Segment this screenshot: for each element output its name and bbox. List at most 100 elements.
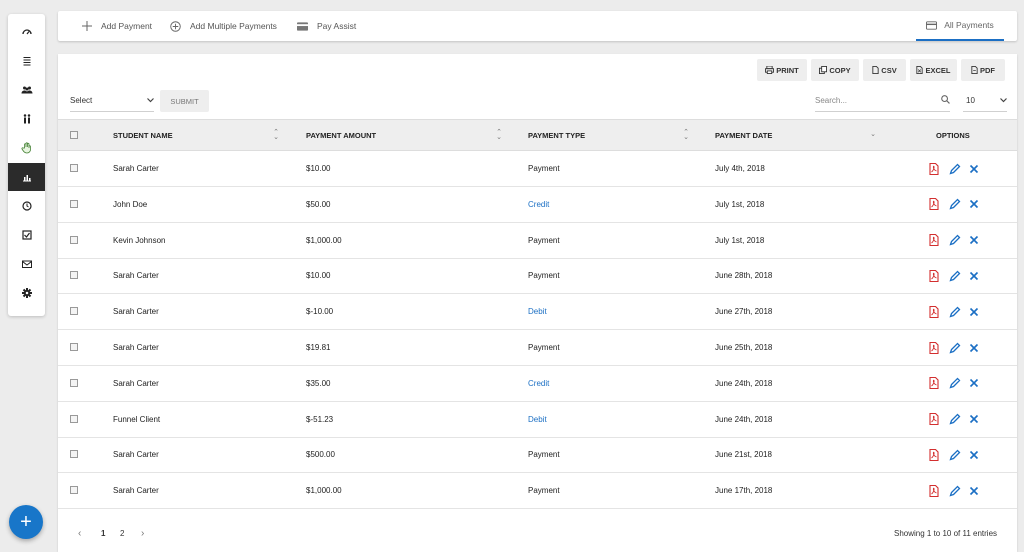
edit-pencil-icon[interactable] (949, 366, 961, 401)
print-button[interactable]: PRINT (757, 59, 807, 81)
pdf-icon[interactable] (928, 187, 940, 222)
row-checkbox[interactable] (70, 450, 78, 459)
sidebar-item-dashboard[interactable] (8, 18, 45, 46)
pdf-icon[interactable] (928, 258, 940, 293)
add-fab-button[interactable]: + (9, 505, 43, 539)
student-name-cell[interactable]: Kevin Johnson (113, 223, 165, 258)
plus-icon: + (20, 511, 32, 533)
edit-pencil-icon[interactable] (949, 294, 961, 329)
next-page-button[interactable]: › (141, 524, 144, 542)
file-icon (872, 66, 879, 74)
row-checkbox[interactable] (70, 343, 78, 351)
delete-x-icon[interactable] (968, 187, 980, 222)
sidebar-item-list[interactable] (8, 47, 45, 75)
sort-desc-icon[interactable]: ⌄ (869, 131, 877, 138)
row-checkbox[interactable] (70, 164, 78, 172)
edit-pencil-icon[interactable] (949, 151, 961, 186)
payment-type-cell[interactable]: Credit (528, 187, 549, 222)
page-2-button[interactable]: 2 (120, 524, 124, 542)
sidebar-item-tasks[interactable] (8, 221, 45, 249)
mail-icon (21, 260, 32, 268)
prev-page-button[interactable]: ‹ (78, 524, 81, 542)
page-1-button[interactable]: 1 (101, 524, 105, 542)
student-name-cell[interactable]: Sarah Carter (113, 437, 159, 472)
entries-per-page-select[interactable]: 10 (963, 90, 1007, 112)
select-all-checkbox[interactable] (70, 131, 78, 139)
row-checkbox[interactable] (70, 235, 78, 244)
column-payment-date[interactable]: PAYMENT DATE (715, 120, 772, 150)
edit-pencil-icon[interactable] (949, 223, 961, 258)
delete-x-icon[interactable] (968, 366, 980, 401)
row-checkbox[interactable] (70, 199, 78, 208)
sidebar-item-reports[interactable] (8, 163, 45, 191)
column-payment-type[interactable]: PAYMENT TYPE (528, 120, 585, 150)
edit-pencil-icon[interactable] (949, 330, 961, 365)
sidebar-item-messages[interactable] (8, 250, 45, 278)
column-student-name[interactable]: STUDENT NAME (113, 120, 173, 150)
print-label: PRINT (776, 65, 799, 75)
delete-x-icon[interactable] (968, 402, 980, 437)
delete-x-icon[interactable] (968, 437, 980, 472)
student-name-cell[interactable]: Sarah Carter (113, 294, 159, 329)
sidebar-item-hand[interactable] (8, 134, 45, 162)
sort-icon[interactable]: ⌃ ⌄ (682, 129, 690, 141)
chevron-down-icon (1000, 96, 1007, 105)
pdf-icon[interactable] (928, 473, 940, 508)
student-name-cell[interactable]: Funnel Client (113, 402, 160, 437)
pdf-button[interactable]: PDF (961, 59, 1005, 81)
student-name-cell[interactable]: Sarah Carter (113, 258, 159, 293)
payment-type-cell[interactable]: Debit (528, 294, 547, 329)
student-name-cell[interactable]: Sarah Carter (113, 151, 159, 186)
pdf-icon[interactable] (928, 402, 940, 437)
delete-x-icon[interactable] (968, 330, 980, 365)
sidebar-item-history[interactable] (8, 192, 45, 220)
student-name-cell[interactable]: Sarah Carter (113, 473, 159, 508)
payment-type-cell[interactable]: Debit (528, 402, 547, 437)
edit-pencil-icon[interactable] (949, 437, 961, 472)
pdf-icon[interactable] (928, 151, 940, 186)
edit-pencil-icon[interactable] (949, 187, 961, 222)
add-payment-button[interactable]: Add Payment (82, 11, 152, 41)
edit-pencil-icon[interactable] (949, 402, 961, 437)
pdf-icon[interactable] (928, 223, 940, 258)
add-multiple-payments-button[interactable]: Add Multiple Payments (170, 11, 277, 41)
delete-x-icon[interactable] (968, 151, 980, 186)
sidebar-item-groups[interactable] (8, 76, 45, 104)
excel-button[interactable]: EXCEL (910, 59, 957, 81)
pay-assist-button[interactable]: Pay Assist (297, 11, 356, 41)
sidebar-item-people[interactable] (8, 105, 45, 133)
csv-button[interactable]: CSV (863, 59, 906, 81)
pdf-icon[interactable] (928, 330, 940, 365)
row-checkbox[interactable] (70, 271, 78, 280)
search-input[interactable] (815, 96, 925, 105)
row-checkbox[interactable] (70, 486, 78, 495)
delete-x-icon[interactable] (968, 473, 980, 508)
copy-button[interactable]: COPY (811, 59, 859, 81)
excel-file-icon (916, 66, 924, 74)
submit-button[interactable]: SUBMIT (160, 90, 209, 112)
payment-amount-cell: $-10.00 (306, 307, 334, 317)
student-name-cell[interactable]: Sarah Carter (113, 330, 159, 365)
edit-pencil-icon[interactable] (949, 258, 961, 293)
column-payment-amount[interactable]: PAYMENT AMOUNT (306, 120, 376, 150)
tab-all-payments[interactable]: All Payments (916, 11, 1004, 41)
credit-card-icon (297, 21, 308, 31)
payment-type-cell[interactable]: Credit (528, 366, 549, 401)
student-name-cell[interactable]: John Doe (113, 187, 147, 222)
row-checkbox[interactable] (70, 307, 78, 316)
search-icon[interactable] (941, 95, 950, 106)
pdf-icon[interactable] (928, 366, 940, 401)
row-checkbox[interactable] (70, 378, 78, 387)
sidebar-item-settings[interactable] (8, 279, 45, 307)
edit-pencil-icon[interactable] (949, 473, 961, 508)
pdf-icon[interactable] (928, 294, 940, 329)
row-checkbox[interactable] (70, 414, 78, 423)
bulk-action-select[interactable]: Select (70, 90, 154, 112)
delete-x-icon[interactable] (968, 294, 980, 329)
sort-icon[interactable]: ⌃ ⌄ (495, 129, 503, 141)
student-name-cell[interactable]: Sarah Carter (113, 366, 159, 401)
delete-x-icon[interactable] (968, 223, 980, 258)
sort-icon[interactable]: ⌃ ⌄ (272, 129, 280, 141)
pdf-icon[interactable] (928, 437, 940, 472)
delete-x-icon[interactable] (968, 258, 980, 293)
